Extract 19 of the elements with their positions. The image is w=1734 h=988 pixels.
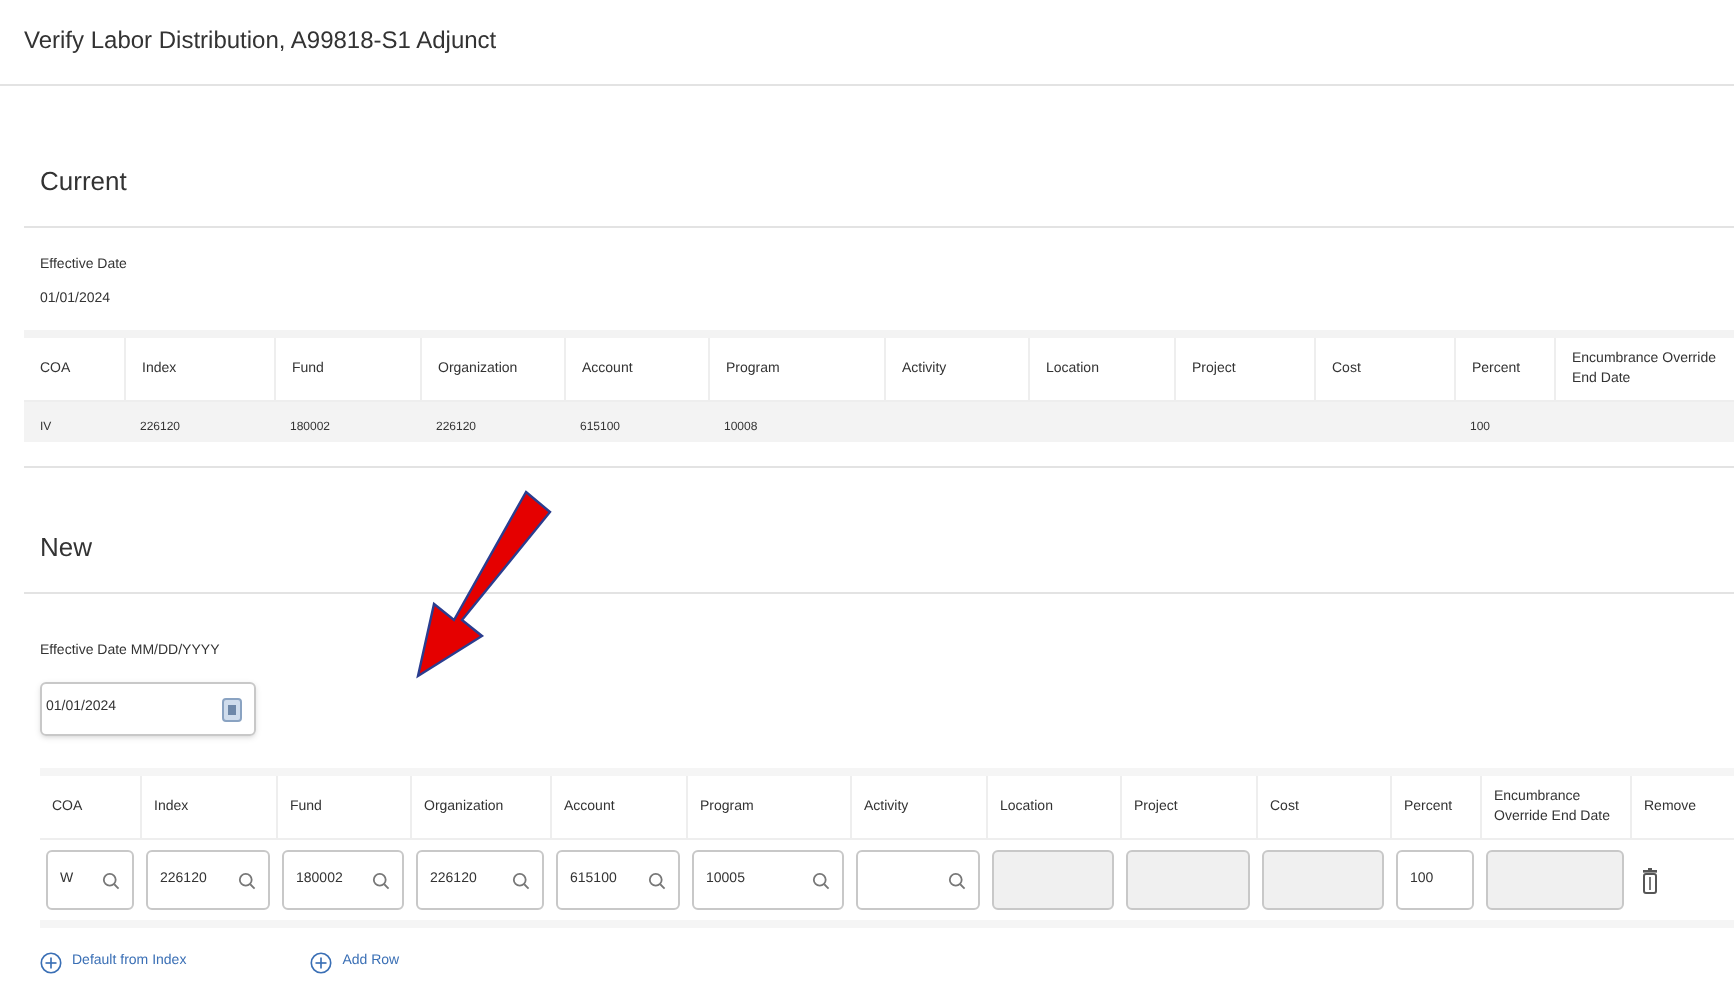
trash-icon[interactable] [1642, 867, 1658, 893]
search-icon[interactable] [372, 871, 390, 889]
search-icon[interactable] [948, 871, 966, 889]
calendar-icon[interactable] [222, 697, 242, 721]
search-icon[interactable] [812, 871, 830, 889]
disabled-field [1486, 850, 1624, 910]
disabled-field [992, 850, 1114, 910]
section-heading: Current [40, 166, 127, 196]
search-icon[interactable] [512, 871, 530, 889]
plus-circle-icon[interactable] [310, 952, 333, 974]
page-title: Verify Labor Distribution, A99818-S1 Adjunct [24, 26, 497, 54]
search-icon[interactable] [238, 871, 256, 889]
search-icon[interactable] [102, 871, 120, 889]
disabled-field [1126, 850, 1250, 910]
section-heading: New [40, 532, 93, 562]
disabled-field [1262, 850, 1384, 910]
search-icon[interactable] [648, 871, 666, 889]
plus-circle-icon[interactable] [40, 952, 62, 974]
lookup-field[interactable] [856, 850, 980, 910]
